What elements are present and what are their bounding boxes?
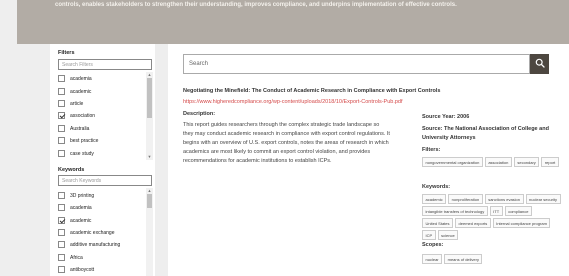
keywords-search-input[interactable]: Search Keywords	[58, 175, 152, 186]
filter-label: best practice	[70, 137, 99, 144]
filter-checkbox[interactable]	[58, 75, 65, 82]
scrollbar-thumb[interactable]	[147, 78, 152, 118]
filter-item[interactable]: academia	[58, 74, 92, 83]
filter-label: Australia	[70, 125, 90, 132]
keyword-item[interactable]: additive manufacturing	[58, 240, 120, 249]
keyword-item[interactable]: academic	[58, 216, 91, 225]
filter-label: article	[70, 100, 84, 107]
keywords-title: Keywords	[58, 167, 85, 173]
filter-item[interactable]: article	[58, 99, 83, 108]
keyword-tag[interactable]: nonproliferation	[448, 194, 483, 204]
keywords-list: 3D printing academia academic academic e…	[58, 190, 146, 276]
keyword-tag[interactable]: compliance	[504, 206, 532, 216]
main-search-input[interactable]: Search	[183, 54, 530, 74]
keyword-item[interactable]: antiboycott	[58, 265, 94, 274]
header-banner: controls, enables stakeholders to streng…	[17, 0, 569, 44]
result-url-link[interactable]: https://www.higheredcompliance.org/wp-co…	[183, 99, 403, 105]
sidebar: Filters Search Filters academia academic…	[50, 44, 155, 276]
keyword-tag[interactable]: nuclear security	[525, 194, 561, 204]
search-icon	[535, 55, 545, 73]
keyword-label: 3D printing	[70, 192, 95, 199]
description-label: Description:	[183, 111, 216, 117]
keyword-tag[interactable]: academic	[422, 194, 447, 204]
keyword-label: antiboycott	[70, 266, 95, 273]
keyword-checkbox[interactable]	[58, 266, 65, 273]
scroll-up-icon[interactable]: ▲	[147, 73, 152, 77]
keyword-tag[interactable]: sanctions evasion	[484, 194, 524, 204]
search-button[interactable]	[530, 54, 549, 74]
filter-checkbox[interactable]	[58, 125, 65, 132]
keyword-item[interactable]: 3D printing	[58, 191, 94, 200]
filter-item[interactable]: academic	[58, 87, 91, 96]
filter-item[interactable]: Australia	[58, 124, 89, 133]
filter-tag[interactable]: report	[541, 157, 559, 167]
result-title[interactable]: Negotiating the Minefield: The Conduct o…	[183, 88, 440, 94]
scroll-up-icon[interactable]: ▲	[147, 189, 152, 193]
filter-checkbox[interactable]	[58, 150, 65, 157]
scope-tag[interactable]: nuclear	[422, 254, 443, 264]
filter-tags: nongovernmental organization association…	[422, 157, 562, 167]
filters-label: Filters:	[422, 147, 441, 153]
keyword-label: Africa	[70, 254, 83, 261]
filter-tag[interactable]: nongovernmental organization	[422, 157, 483, 167]
keyword-checkbox[interactable]	[58, 229, 65, 236]
keyword-checkbox[interactable]	[58, 241, 65, 248]
scopes-label: Scopes:	[422, 242, 444, 248]
scroll-down-icon[interactable]: ▼	[147, 155, 152, 159]
keyword-tag[interactable]: intangible transfers of technology	[422, 206, 488, 216]
keyword-tag[interactable]: ICP	[422, 230, 436, 240]
filter-label: case study	[70, 150, 94, 157]
keyword-item[interactable]: academia	[58, 203, 92, 212]
keyword-tag[interactable]: Internal compliance program	[492, 218, 551, 228]
keyword-item[interactable]: academic exchange	[58, 228, 114, 237]
source-organization: Source: The National Association of Coll…	[422, 126, 549, 141]
keyword-tags: academic nonproliferation sanctions evas…	[422, 194, 562, 240]
filters-scrollbar[interactable]: ▲ ▼	[146, 72, 153, 160]
keyword-label: academic	[70, 217, 92, 224]
filter-tag[interactable]: secondary	[513, 157, 540, 167]
keyword-checkbox[interactable]	[58, 217, 65, 224]
filter-item[interactable]: case study	[58, 149, 94, 158]
source-year: Source Year: 2006	[422, 114, 470, 120]
filter-label: academia	[70, 75, 92, 82]
banner-text: controls, enables stakeholders to streng…	[55, 2, 457, 8]
filter-checkbox[interactable]	[58, 112, 65, 119]
filter-label: association	[70, 112, 96, 119]
filter-item[interactable]: best practice	[58, 136, 98, 145]
filter-checkbox[interactable]	[58, 137, 65, 144]
scrollbar-thumb[interactable]	[147, 194, 152, 208]
keyword-label: additive manufacturing	[70, 241, 121, 248]
keyword-label: academic exchange	[70, 229, 115, 236]
keywords-scrollbar[interactable]: ▲	[146, 188, 153, 276]
keyword-label: academia	[70, 204, 92, 211]
filters-list: academia academic article association Au…	[58, 73, 146, 161]
keyword-tag[interactable]: science	[437, 230, 459, 240]
scope-tag[interactable]: means of delivery	[444, 254, 483, 264]
keyword-checkbox[interactable]	[58, 192, 65, 199]
keyword-tag[interactable]: United States	[422, 218, 454, 228]
keyword-tag[interactable]: ITT	[489, 206, 503, 216]
scope-tags: nuclear means of delivery	[422, 254, 562, 264]
filter-checkbox[interactable]	[58, 88, 65, 95]
keyword-checkbox[interactable]	[58, 204, 65, 211]
keyword-item[interactable]: Africa	[58, 253, 83, 262]
keywords-label: Keywords:	[422, 184, 451, 190]
filter-tag[interactable]: association	[484, 157, 512, 167]
description-text: This report guides researchers through t…	[183, 122, 390, 164]
filter-label: academic	[70, 88, 92, 95]
filter-item[interactable]: association	[58, 111, 95, 120]
results-panel: Search Negotiating the Minefield: The Co…	[168, 44, 569, 276]
filters-title: Filters	[58, 50, 75, 56]
filters-search-input[interactable]: Search Filters	[58, 59, 152, 70]
filter-checkbox[interactable]	[58, 100, 65, 107]
keyword-checkbox[interactable]	[58, 254, 65, 261]
keyword-tag[interactable]: deemed exports	[455, 218, 491, 228]
